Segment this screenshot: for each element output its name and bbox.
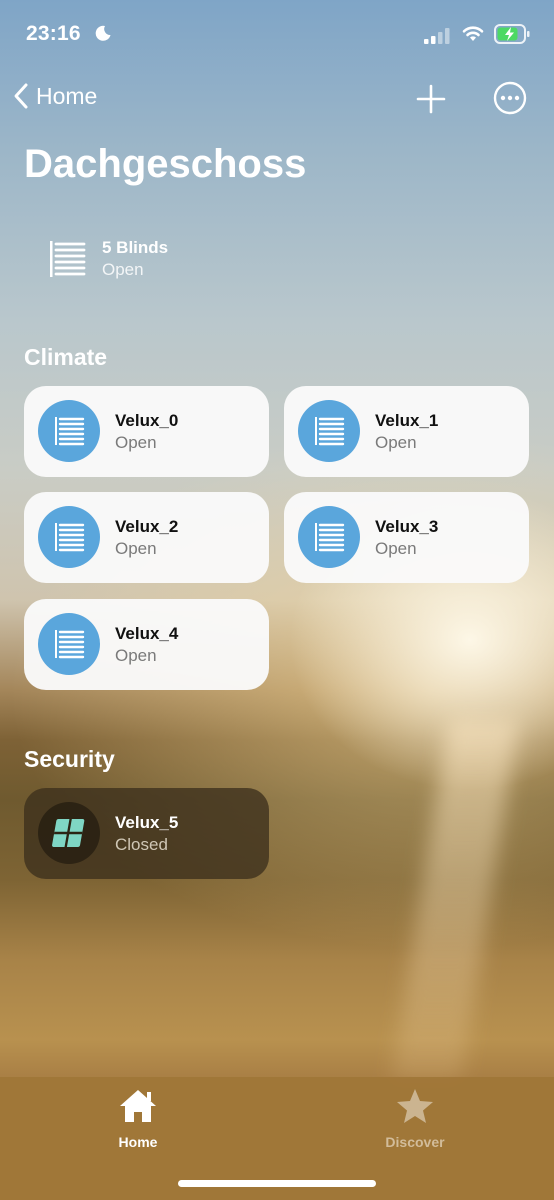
tile-name: Velux_0 xyxy=(115,411,179,430)
add-icon[interactable] xyxy=(414,82,448,116)
back-button[interactable]: Home xyxy=(12,82,97,110)
blinds-icon xyxy=(38,506,100,568)
section-title-climate: Climate xyxy=(24,344,108,370)
navigation-bar: Home xyxy=(0,80,554,120)
status-time: 23:16 xyxy=(26,22,81,45)
blinds-icon xyxy=(298,400,360,462)
more-options-icon[interactable] xyxy=(493,81,527,115)
tile-name: Velux_3 xyxy=(375,517,439,536)
blinds-icon xyxy=(38,613,100,675)
house-icon xyxy=(120,1090,156,1122)
tab-home[interactable]: Home xyxy=(78,1087,198,1150)
tab-label-discover: Discover xyxy=(385,1134,445,1150)
tile-name: Velux_2 xyxy=(115,517,179,536)
tile-state: Open xyxy=(115,433,157,452)
signal-icon xyxy=(424,28,450,44)
tile-name: Velux_1 xyxy=(375,411,439,430)
accessory-tile-velux-4[interactable]: Velux_4 Open xyxy=(24,599,269,690)
window-icon xyxy=(38,802,100,864)
wifi-icon xyxy=(462,26,484,41)
tile-state: Open xyxy=(375,539,417,558)
status-bar: 23:16 xyxy=(26,20,530,48)
moon-icon xyxy=(95,25,111,41)
accessory-tile-velux-3[interactable]: Velux_3 Open xyxy=(284,492,529,583)
tile-name: Velux_5 xyxy=(115,813,179,832)
accessory-tile-velux-1[interactable]: Velux_1 Open xyxy=(284,386,529,477)
tile-state: Closed xyxy=(115,835,168,854)
tile-state: Open xyxy=(115,539,157,558)
back-label: Home xyxy=(36,82,98,109)
accessory-tile-velux-0[interactable]: Velux_0 Open xyxy=(24,386,269,477)
accessory-tile-velux-2[interactable]: Velux_2 Open xyxy=(24,492,269,583)
blinds-icon xyxy=(38,400,100,462)
tile-state: Open xyxy=(115,646,157,665)
section-title-security: Security xyxy=(24,746,115,772)
tile-state: Open xyxy=(375,433,417,452)
star-icon xyxy=(397,1089,433,1123)
blinds-icon xyxy=(298,506,360,568)
blinds-icon xyxy=(50,241,86,277)
tab-label-home: Home xyxy=(118,1134,158,1150)
page-title: Dachgeschoss xyxy=(24,142,307,186)
tab-discover[interactable]: Discover xyxy=(355,1087,475,1150)
summary-state: Open xyxy=(102,260,144,279)
battery-charging-icon xyxy=(494,24,530,44)
tile-name: Velux_4 xyxy=(115,624,179,643)
accessory-tile-velux-5[interactable]: Velux_5 Closed xyxy=(24,788,269,879)
chevron-left-icon xyxy=(14,83,28,109)
blinds-summary[interactable]: 5 Blinds Open xyxy=(46,238,168,280)
summary-name: 5 Blinds xyxy=(102,238,169,257)
home-indicator xyxy=(178,1180,376,1187)
